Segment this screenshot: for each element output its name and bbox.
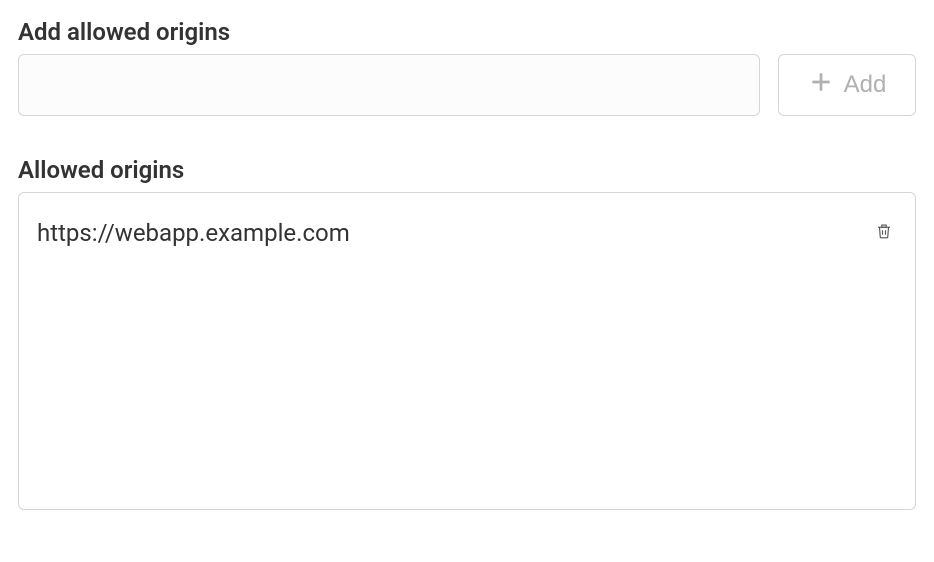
allowed-origins-section: Allowed origins https://webapp.example.c… xyxy=(18,156,916,510)
origin-input[interactable] xyxy=(18,54,760,116)
add-origins-section: Add allowed origins Add xyxy=(18,18,916,116)
add-button[interactable]: Add xyxy=(778,54,916,116)
origins-list-box: https://webapp.example.com xyxy=(18,192,916,510)
allowed-origins-label: Allowed origins xyxy=(18,156,916,184)
add-origins-row: Add xyxy=(18,54,916,116)
plus-icon xyxy=(808,69,834,102)
list-item: https://webapp.example.com xyxy=(37,211,897,254)
add-button-label: Add xyxy=(844,71,887,99)
trash-icon xyxy=(875,221,893,244)
origin-url-text: https://webapp.example.com xyxy=(37,219,350,247)
add-origins-label: Add allowed origins xyxy=(18,18,916,46)
delete-origin-button[interactable] xyxy=(871,217,897,248)
